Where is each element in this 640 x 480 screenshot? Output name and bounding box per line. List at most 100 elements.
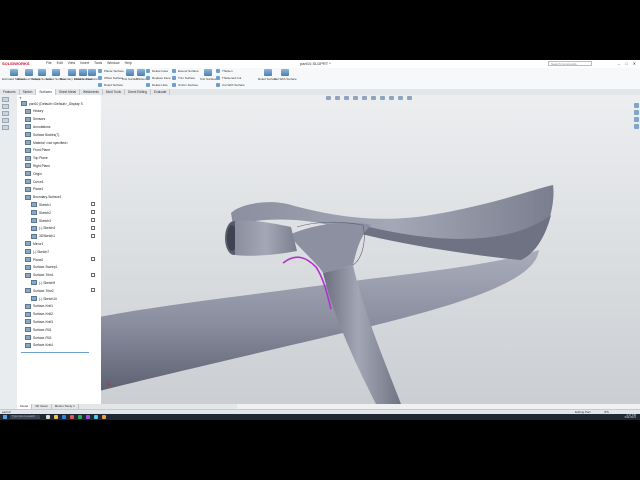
delete-hole-button[interactable]: Delete Hole	[146, 83, 168, 87]
configuration-manager-tab[interactable]	[2, 111, 9, 116]
search-commands-input[interactable]: Search Commands	[548, 61, 592, 66]
tree-item[interactable]: part10 (Default<<Default>_Display S	[21, 101, 83, 106]
tree-item[interactable]: Top Plane	[25, 155, 48, 161]
hide-show-items-icon[interactable]	[380, 96, 385, 100]
tree-filter[interactable]: ▼	[19, 96, 99, 100]
solidworks-resources-icon[interactable]	[634, 103, 639, 108]
display-style-icon[interactable]	[371, 96, 376, 100]
windows-start-icon[interactable]	[3, 415, 7, 419]
tree-item[interactable]: 3DSketch1	[31, 233, 55, 239]
menu-help[interactable]: Help	[125, 61, 132, 65]
menu-view[interactable]: View	[68, 61, 76, 65]
edit-appearance-icon[interactable]	[389, 96, 394, 100]
feature-manager-tab[interactable]	[2, 97, 9, 102]
tree-item[interactable]: Surface-Fill1	[25, 327, 52, 333]
graphics-area[interactable]: ⊥	[101, 95, 640, 404]
tree-item[interactable]: Surface-Sweep1	[25, 264, 57, 270]
cut-with-surface-large-button[interactable]: Cut With Surface	[274, 69, 297, 81]
minimize-button[interactable]: –	[618, 61, 620, 66]
close-button[interactable]: ✕	[633, 61, 636, 66]
tree-item[interactable]: Annotations	[25, 124, 50, 130]
tree-item[interactable]: (-) Sketch9	[31, 280, 55, 286]
offset-surface-button[interactable]: Offset Surface	[98, 76, 123, 80]
zoom-to-fit-icon[interactable]	[326, 96, 331, 100]
thickened-cut-button[interactable]: Thickened Cut	[216, 76, 241, 80]
tree-item[interactable]: Boundary-Surface1	[25, 194, 61, 200]
apply-scene-icon[interactable]	[398, 96, 403, 100]
visibility-toggle[interactable]	[91, 225, 95, 230]
menu-insert[interactable]: Insert	[80, 61, 89, 65]
tree-item[interactable]: Right Plane	[25, 163, 50, 169]
tree-item[interactable]: Curve1	[25, 179, 44, 184]
tree-item[interactable]: Surface-Knit3	[25, 319, 53, 325]
file-explorer-icon[interactable]	[634, 117, 639, 122]
tree-item[interactable]: History	[25, 108, 43, 114]
visibility-toggle[interactable]	[91, 272, 95, 277]
extend-surface-button[interactable]: Extend Surface	[172, 69, 199, 73]
tree-item[interactable]: Plane1	[25, 186, 43, 192]
tree-item[interactable]: Plane2	[25, 257, 43, 262]
tree-item[interactable]: Front Plane	[25, 147, 50, 153]
view-settings-icon[interactable]	[407, 96, 412, 100]
tree-item[interactable]: Origin	[25, 171, 42, 177]
menu-file[interactable]: File	[46, 61, 52, 65]
tree-item[interactable]: Sketch1	[31, 202, 51, 208]
menu-window[interactable]: Window	[107, 61, 119, 65]
model-view[interactable]	[101, 95, 640, 404]
ruled-surface-button[interactable]: Ruled Surface	[98, 83, 123, 87]
menu-edit[interactable]: Edit	[57, 61, 63, 65]
tree-item[interactable]: Mirror1	[25, 241, 43, 247]
previous-view-icon[interactable]	[344, 96, 349, 100]
file-explorer-app-icon[interactable]	[54, 415, 58, 419]
tree-item[interactable]: Sketch3	[31, 218, 51, 223]
tree-item[interactable]: Material <not specified>	[25, 140, 68, 145]
design-library-icon[interactable]	[634, 110, 639, 115]
tree-item[interactable]: Surface-Trim2	[25, 288, 54, 294]
pinned-app-icon[interactable]	[102, 415, 106, 419]
task-view-icon[interactable]	[46, 415, 50, 419]
edge-app-icon[interactable]	[62, 415, 66, 419]
cut-with-surface-button[interactable]: Cut With Surface	[216, 83, 245, 87]
visibility-toggle[interactable]	[91, 202, 95, 207]
freeform-button[interactable]: Freeform	[86, 69, 98, 81]
section-view-icon[interactable]	[353, 96, 358, 100]
tree-item[interactable]: Surface-Fill2	[25, 335, 52, 340]
delete-face-button[interactable]: Delete Face	[146, 69, 168, 73]
tree-item[interactable]: Surface-Knit4	[25, 342, 53, 348]
tree-item[interactable]: Sketch2	[31, 210, 51, 216]
tree-item[interactable]: Surface-Knit2	[25, 311, 53, 317]
recorder-app-icon[interactable]	[86, 415, 90, 419]
thicken-small-button[interactable]: Thicken	[216, 69, 233, 73]
solidworks-app-icon[interactable]	[70, 415, 74, 419]
tree-item[interactable]: Sensors	[25, 116, 45, 122]
tree-item[interactable]: (-) Sketch7	[25, 249, 49, 255]
visibility-toggle[interactable]	[91, 233, 95, 238]
knit-surface-button[interactable]: Knit Surface	[200, 69, 216, 81]
planar-surface-button[interactable]: Planar Surface	[98, 69, 124, 73]
tree-item[interactable]: Surface-Knit1	[25, 303, 53, 309]
trim-surface-button[interactable]: Trim Surface	[172, 76, 195, 80]
maximize-button[interactable]: □	[625, 61, 627, 66]
thicken-button[interactable]: Thicken	[136, 69, 147, 81]
visibility-toggle[interactable]	[91, 218, 95, 222]
dimxpert-manager-tab[interactable]	[2, 118, 9, 123]
tree-item[interactable]: Surface Bodies(7)	[25, 132, 59, 138]
tree-item[interactable]: Surface-Trim1	[25, 272, 54, 278]
chrome-app-icon[interactable]	[78, 415, 82, 419]
taskbar-search-input[interactable]: Type here to search	[10, 415, 40, 419]
appearances-icon[interactable]	[634, 124, 639, 129]
replace-face-button[interactable]: Replace Face	[146, 76, 171, 80]
tree-item[interactable]: (-) Sketch10	[31, 296, 57, 301]
taskbar-clock[interactable]: 4:17 PM 6/11/2021	[625, 414, 636, 420]
property-manager-tab[interactable]	[2, 104, 9, 109]
tree-item[interactable]: (-) Sketch4	[31, 225, 55, 231]
mail-app-icon[interactable]	[94, 415, 98, 419]
visibility-toggle[interactable]	[91, 257, 95, 261]
menu-tools[interactable]: Tools	[94, 61, 102, 65]
zoom-area-icon[interactable]	[335, 96, 340, 100]
visibility-toggle[interactable]	[91, 288, 95, 293]
view-orientation-icon[interactable]	[362, 96, 367, 100]
rollback-bar[interactable]	[21, 352, 89, 353]
untrim-surface-button[interactable]: Untrim Surface	[172, 83, 198, 87]
visibility-toggle[interactable]	[91, 210, 95, 215]
